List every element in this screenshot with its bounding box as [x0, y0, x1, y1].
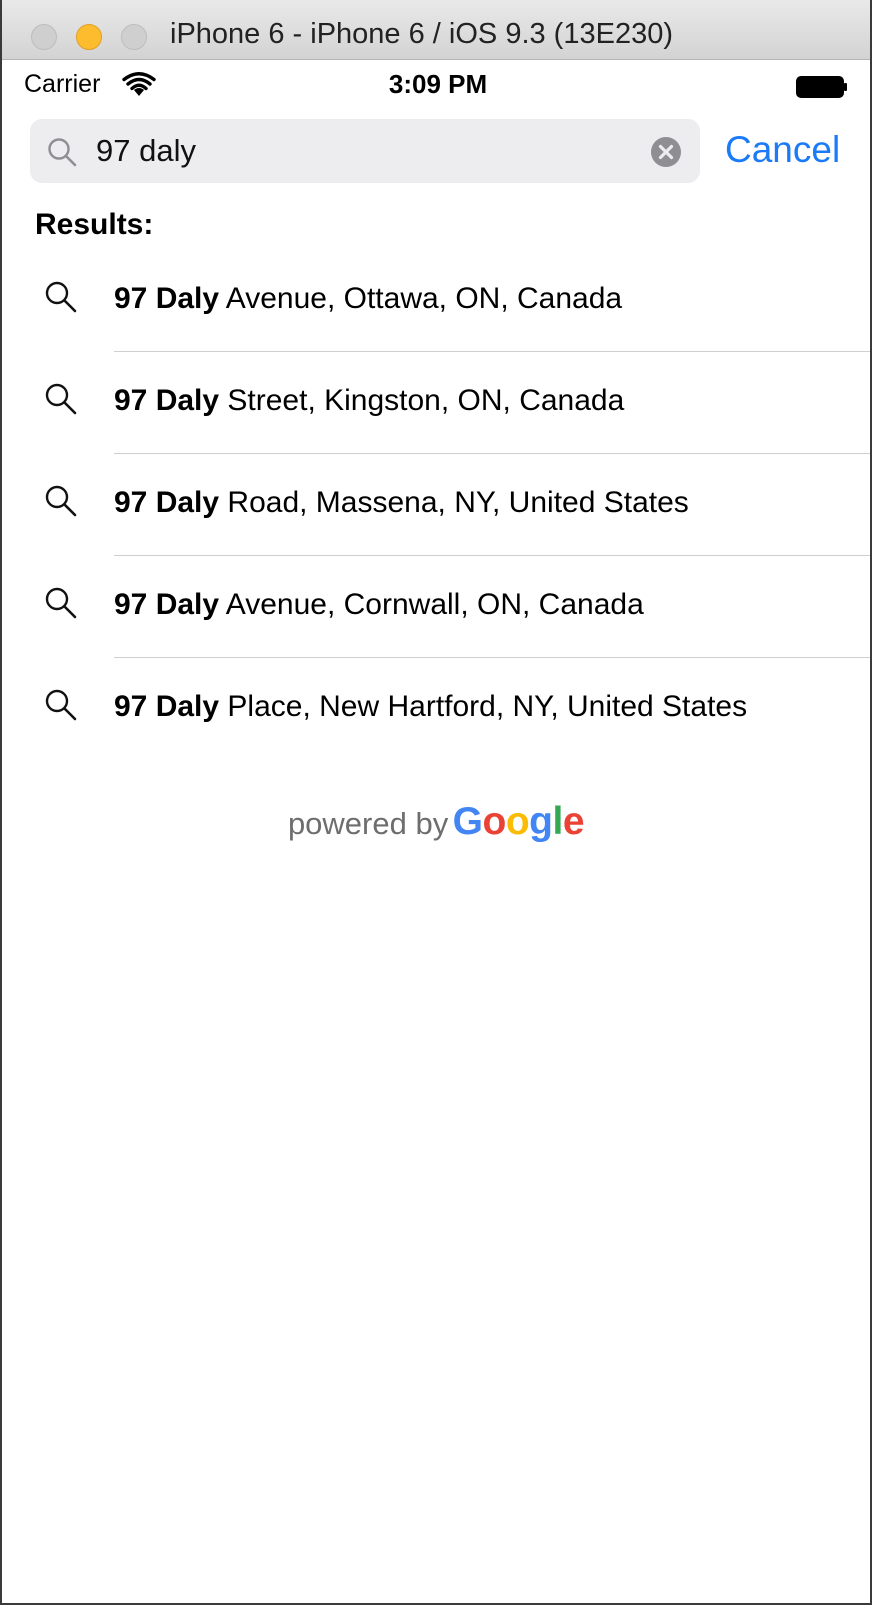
result-rest: Avenue, Ottawa, ON, Canada — [219, 282, 623, 315]
search-icon — [45, 485, 77, 517]
result-text: 97 Daly Street, Kingston, ON, Canada — [114, 384, 624, 418]
result-row[interactable]: 97 Daly Street, Kingston, ON, Canada — [2, 352, 870, 454]
google-logo: Google — [452, 800, 585, 843]
result-text: 97 Daly Avenue, Ottawa, ON, Canada — [114, 282, 622, 316]
result-rest: Street, Kingston, ON, Canada — [219, 384, 625, 417]
search-icon — [45, 281, 77, 313]
result-match: 97 Daly — [114, 588, 220, 621]
result-rest: Avenue, Cornwall, ON, Canada — [219, 588, 644, 621]
result-match: 97 Daly — [114, 282, 220, 315]
clear-icon[interactable] — [650, 136, 682, 168]
search-icon — [45, 383, 77, 415]
google-letter: l — [552, 800, 564, 843]
zoom-window-button[interactable] — [121, 24, 147, 50]
close-window-button[interactable] — [31, 24, 57, 50]
simulator-window: iPhone 6 - iPhone 6 / iOS 9.3 (13E230) C… — [0, 0, 872, 1605]
result-row[interactable]: 97 Daly Place, New Hartford, NY, United … — [2, 658, 870, 760]
results-list: 97 Daly Avenue, Ottawa, ON, Canada 97 Da… — [2, 250, 870, 760]
search-icon — [48, 138, 77, 167]
search-input[interactable]: 97 daly — [96, 133, 196, 169]
powered-by-label: powered by — [287, 806, 449, 841]
cancel-button[interactable]: Cancel — [725, 129, 840, 171]
google-letter: g — [529, 800, 553, 843]
window-title: iPhone 6 - iPhone 6 / iOS 9.3 (13E230) — [170, 18, 673, 50]
result-match: 97 Daly — [114, 690, 220, 723]
status-time: 3:09 PM — [388, 69, 488, 99]
result-row[interactable]: 97 Daly Avenue, Ottawa, ON, Canada — [2, 250, 870, 352]
result-rest: Road, Massena, NY, United States — [219, 486, 689, 519]
search-icon — [45, 587, 77, 619]
results-header: Results: — [35, 208, 154, 241]
powered-by-google: powered by Google — [2, 800, 870, 844]
google-letter: o — [505, 800, 530, 843]
search-icon — [45, 689, 77, 721]
result-match: 97 Daly — [114, 384, 220, 417]
google-letter: e — [562, 800, 585, 843]
status-bar: Carrier 3:09 PM — [2, 62, 870, 106]
search-field[interactable]: 97 daly — [30, 119, 700, 183]
result-row[interactable]: 97 Daly Avenue, Cornwall, ON, Canada — [2, 556, 870, 658]
result-text: 97 Daly Place, New Hartford, NY, United … — [114, 690, 747, 724]
title-bar[interactable]: iPhone 6 - iPhone 6 / iOS 9.3 (13E230) — [2, 0, 870, 60]
result-match: 97 Daly — [114, 486, 220, 519]
battery-icon — [796, 76, 847, 98]
result-rest: Place, New Hartford, NY, United States — [219, 690, 748, 723]
google-letter: G — [452, 800, 483, 843]
result-row[interactable]: 97 Daly Road, Massena, NY, United States — [2, 454, 870, 556]
google-letter: o — [482, 800, 507, 843]
result-text: 97 Daly Road, Massena, NY, United States — [114, 486, 689, 520]
result-text: 97 Daly Avenue, Cornwall, ON, Canada — [114, 588, 644, 622]
minimize-window-button[interactable] — [76, 24, 102, 50]
